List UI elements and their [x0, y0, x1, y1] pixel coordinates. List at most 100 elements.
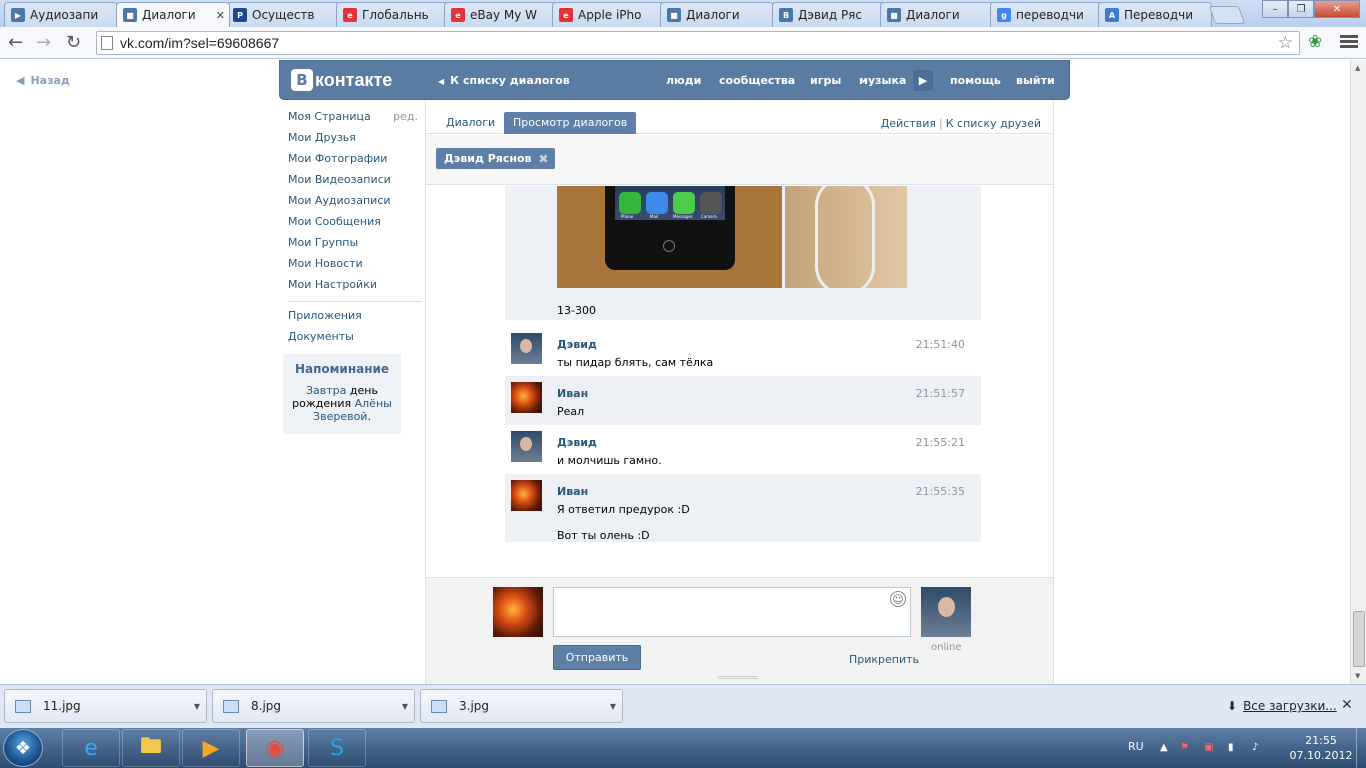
peer-chip[interactable]: Дэвид Ряснов ✖	[436, 148, 555, 169]
download-item[interactable]: 11.jpg ▼	[4, 689, 207, 723]
menu-games[interactable]: игры	[810, 74, 841, 87]
show-desktop-button[interactable]	[1356, 728, 1366, 768]
chrome-icon[interactable]: ◉	[246, 729, 304, 767]
smile-icon[interactable]: ☺	[890, 591, 906, 607]
minimize-button[interactable]: –	[1262, 0, 1288, 18]
back-to-dialogs-link[interactable]: ◀ К списку диалогов	[438, 74, 570, 87]
sidebar-item[interactable]: Мои Видеозаписи	[288, 173, 418, 194]
message-author[interactable]: Иван	[557, 387, 588, 400]
page-scrollbar[interactable]: ▲ ▼	[1350, 60, 1366, 684]
message-author[interactable]: Иван	[557, 485, 588, 498]
explorer-icon[interactable]: 🖿	[122, 729, 180, 767]
resize-grip[interactable]	[718, 676, 758, 679]
vk-logo-text: контакте	[315, 69, 393, 90]
scroll-down-icon[interactable]: ▼	[1355, 672, 1360, 680]
forward-arrow-icon[interactable]: →	[36, 32, 51, 53]
remove-peer-icon[interactable]: ✖	[538, 152, 548, 166]
message-input[interactable]: ☺	[553, 587, 911, 637]
send-button[interactable]: Отправить	[553, 645, 641, 670]
butterfly-extension-icon[interactable]: ❀	[1308, 32, 1322, 52]
browser-tab[interactable]: ▶ Аудиозапи	[4, 2, 118, 27]
sidebar-item[interactable]: Мои Аудиозаписи	[288, 194, 418, 215]
tray-expand-icon[interactable]: ▲	[1160, 742, 1174, 754]
phone-screen: Phone Mail Messages Camera	[615, 186, 725, 220]
avatar[interactable]	[511, 333, 542, 364]
menu-logout[interactable]: выйти	[1016, 74, 1055, 87]
browser-tab[interactable]: ■ Диалоги ✕	[116, 2, 230, 27]
network-icon[interactable]: ▮	[1228, 742, 1242, 754]
actions-link[interactable]: Действия	[881, 117, 936, 130]
browser-tab[interactable]: e Глобальнь	[336, 2, 450, 27]
clock[interactable]: 21:55 07.10.2012	[1288, 733, 1354, 763]
tab-view-dialogs[interactable]: Просмотр диалогов	[504, 112, 637, 134]
back-link[interactable]: ◀ Назад	[16, 74, 70, 87]
sidebar-item[interactable]: Мои Друзья	[288, 131, 418, 152]
browser-tab[interactable]: e eBay My W	[444, 2, 558, 27]
avatar[interactable]	[511, 431, 542, 462]
sidebar-item[interactable]: Приложения	[288, 309, 418, 330]
sidebar-item[interactable]: Мои Новости	[288, 257, 418, 278]
volume-icon[interactable]: ♪	[1252, 742, 1266, 754]
music-play-icon[interactable]: ▶	[913, 70, 933, 91]
start-button[interactable]: ❖	[3, 729, 43, 767]
avatar[interactable]	[511, 480, 542, 511]
download-menu-icon[interactable]: ▼	[604, 702, 622, 711]
close-downloads-icon[interactable]: ✕	[1341, 697, 1353, 713]
tab-dialogs[interactable]: Диалоги	[437, 112, 504, 134]
sidebar-item[interactable]: Мои Фотографии	[288, 152, 418, 173]
menu-help[interactable]: помощь	[950, 74, 1001, 87]
browser-tab[interactable]: P Осуществ	[226, 2, 340, 27]
browser-tab[interactable]: B Дэвид Ряс	[772, 2, 886, 27]
menu-music[interactable]: музыка	[859, 74, 906, 87]
sidebar-item[interactable]: Мои Группы	[288, 236, 418, 257]
menu-communities[interactable]: сообщества	[719, 74, 795, 87]
my-avatar[interactable]	[493, 587, 543, 637]
sidebar-item[interactable]: Мои Настройки	[288, 278, 418, 299]
browser-tab[interactable]: A Переводчи	[1098, 2, 1212, 27]
new-tab-button[interactable]	[1208, 6, 1246, 24]
sidebar-item-label: Мои Новости	[288, 257, 363, 270]
reminder-tomorrow-link[interactable]: Завтра	[306, 384, 346, 397]
download-item[interactable]: 8.jpg ▼	[212, 689, 415, 723]
skype-icon[interactable]: S	[308, 729, 366, 767]
back-arrow-icon[interactable]: ←	[8, 32, 23, 53]
sidebar-item[interactable]: Моя Страница ред.	[288, 110, 418, 131]
download-menu-icon[interactable]: ▼	[396, 702, 414, 711]
close-window-button[interactable]: ✕	[1314, 0, 1360, 18]
app-label: Mail	[650, 214, 659, 219]
iphone-photo[interactable]: Phone Mail Messages Camera	[557, 186, 782, 288]
browser-tab[interactable]: e Apple iPho	[552, 2, 666, 27]
address-bar[interactable]: vk.com/im?sel=69608667 ☆	[96, 31, 1300, 55]
message-author[interactable]: Дэвид	[557, 338, 597, 351]
bookmark-star-icon[interactable]: ☆	[1278, 33, 1293, 53]
message-author[interactable]: Дэвид	[557, 436, 597, 449]
reminder-body: Завтра день рождения Алёны Зверевой.	[289, 384, 395, 423]
peer-avatar[interactable]	[921, 587, 971, 637]
download-item[interactable]: 3.jpg ▼	[420, 689, 623, 723]
menu-people[interactable]: люди	[666, 74, 701, 87]
vk-logo[interactable]: В контакте	[291, 69, 392, 91]
browser-tab[interactable]: ■ Диалоги	[660, 2, 774, 27]
reload-icon[interactable]: ↻	[66, 32, 81, 53]
download-menu-icon[interactable]: ▼	[188, 702, 206, 711]
sidebar-item[interactable]: Документы	[288, 330, 418, 351]
sidebar-item[interactable]: Мои Сообщения	[288, 215, 418, 236]
language-indicator[interactable]: RU	[1128, 740, 1144, 753]
avatar[interactable]	[511, 382, 542, 413]
media-player-icon[interactable]: ▶	[182, 729, 240, 767]
cable-photo[interactable]	[785, 186, 907, 288]
browser-tab[interactable]: ■ Диалоги	[880, 2, 994, 27]
attach-link[interactable]: Прикрепить	[849, 653, 919, 666]
ie-icon[interactable]: e	[62, 729, 120, 767]
antivirus-icon[interactable]: ▣	[1204, 742, 1218, 754]
friends-list-link[interactable]: К списку друзей	[946, 117, 1041, 130]
scroll-thumb[interactable]	[1353, 611, 1365, 667]
browser-tab[interactable]: g переводчи	[990, 2, 1104, 27]
scroll-up-icon[interactable]: ▲	[1355, 64, 1360, 72]
all-downloads-link[interactable]: ⬇ Все загрузки...	[1227, 699, 1337, 713]
flag-icon[interactable]: ⚑	[1180, 742, 1194, 754]
maximize-button[interactable]: ❐	[1288, 0, 1314, 18]
wrench-menu-icon[interactable]	[1340, 35, 1358, 50]
edit-link[interactable]: ред.	[393, 110, 418, 131]
tab-close-icon[interactable]: ✕	[216, 9, 225, 22]
